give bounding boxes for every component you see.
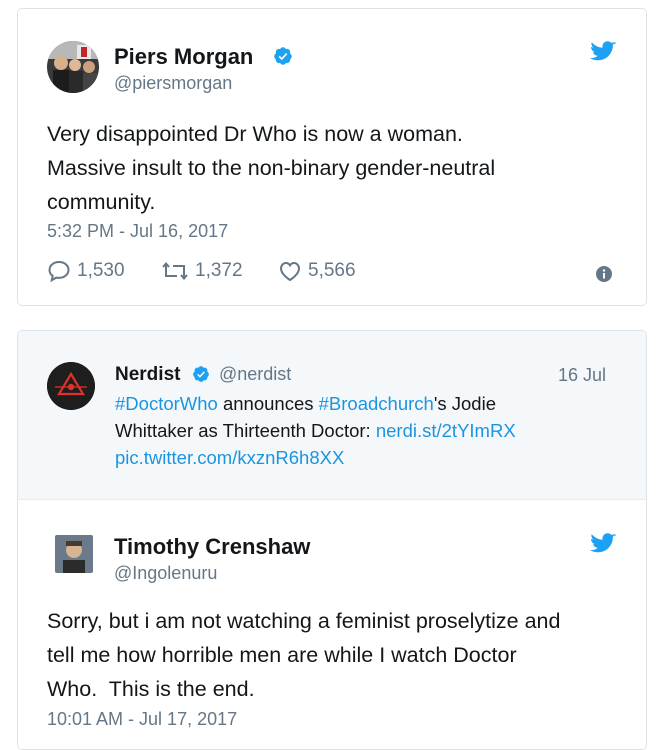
twitter-bird-icon[interactable] [590,533,616,555]
verified-badge-icon [193,366,209,382]
tweet-timestamp[interactable]: 10:01 AM - Jul 17, 2017 [47,709,237,730]
quoted-author-handle[interactable]: @nerdist [219,364,291,385]
author-handle[interactable]: @Ingolenuru [114,563,217,584]
hashtag-doctorwho[interactable]: #DoctorWho [115,393,218,414]
tweet-text-line-3: Who. This is the end. [47,677,255,701]
hashtag-broadchurch[interactable]: #Broadchurch [319,393,434,414]
avatar-nerdist[interactable] [47,362,95,410]
nerdist-logo-icon [47,362,95,410]
retweet-icon [162,261,188,281]
info-icon[interactable] [596,266,612,282]
tweet-text-line-1: Very disappointed Dr Who is now a woman. [47,122,463,146]
author-name[interactable]: Piers Morgan [114,44,253,70]
retweet-count: 1,372 [195,260,243,281]
quoted-text-fragment: Whittaker as Thirteenth Doctor: [115,420,376,441]
quoted-tweet[interactable]: Nerdist @nerdist 16 Jul #DoctorWho annou… [18,331,646,500]
quoted-text-fragment: announces [217,393,319,414]
reply-count: 1,530 [77,260,125,281]
tweet-text-line-3: community. [47,190,156,214]
tweet-timestamp[interactable]: 5:32 PM - Jul 16, 2017 [47,221,228,242]
quoted-text-line-3: pic.twitter.com/kxznR6h8XX [115,444,344,471]
like-icon [279,261,301,282]
quoted-text-fragment: 's Jodie [433,393,496,414]
pic-twitter-link[interactable]: pic.twitter.com/kxznR6h8XX [115,447,344,468]
twitter-bird-icon[interactable] [590,41,616,63]
reply-icon [48,260,70,282]
verified-badge-icon [274,47,292,65]
nerdist-link[interactable]: nerdi.st/2tYImRX [376,420,516,441]
tweet-text-line-2: tell me how horrible men are while I wat… [47,643,517,667]
quoted-text-line-1: #DoctorWho announces #Broadchurch's Jodi… [115,390,496,417]
like-count: 5,566 [308,260,356,281]
author-name[interactable]: Timothy Crenshaw [114,534,310,560]
tweet-text-line-2: Massive insult to the non-binary gender-… [47,156,496,180]
avatar-piers-morgan[interactable] [47,41,99,93]
tweet-card-piers-morgan: Piers Morgan @piersmorgan Very disappoin… [17,8,647,306]
author-handle[interactable]: @piersmorgan [114,73,232,94]
quoted-date[interactable]: 16 Jul [558,365,606,386]
tweet-text-line-1: Sorry, but i am not watching a feminist … [47,609,561,633]
tweet-card-timothy-crenshaw: Nerdist @nerdist 16 Jul #DoctorWho annou… [17,330,647,750]
retweet-button[interactable]: 1,372 [161,260,243,282]
avatar-timothy-crenshaw[interactable] [55,535,93,573]
reply-button[interactable]: 1,530 [47,260,125,282]
quoted-author-name[interactable]: Nerdist [115,364,180,386]
quoted-text-line-2: Whittaker as Thirteenth Doctor: nerdi.st… [115,417,516,444]
like-button[interactable]: 5,566 [278,260,356,282]
